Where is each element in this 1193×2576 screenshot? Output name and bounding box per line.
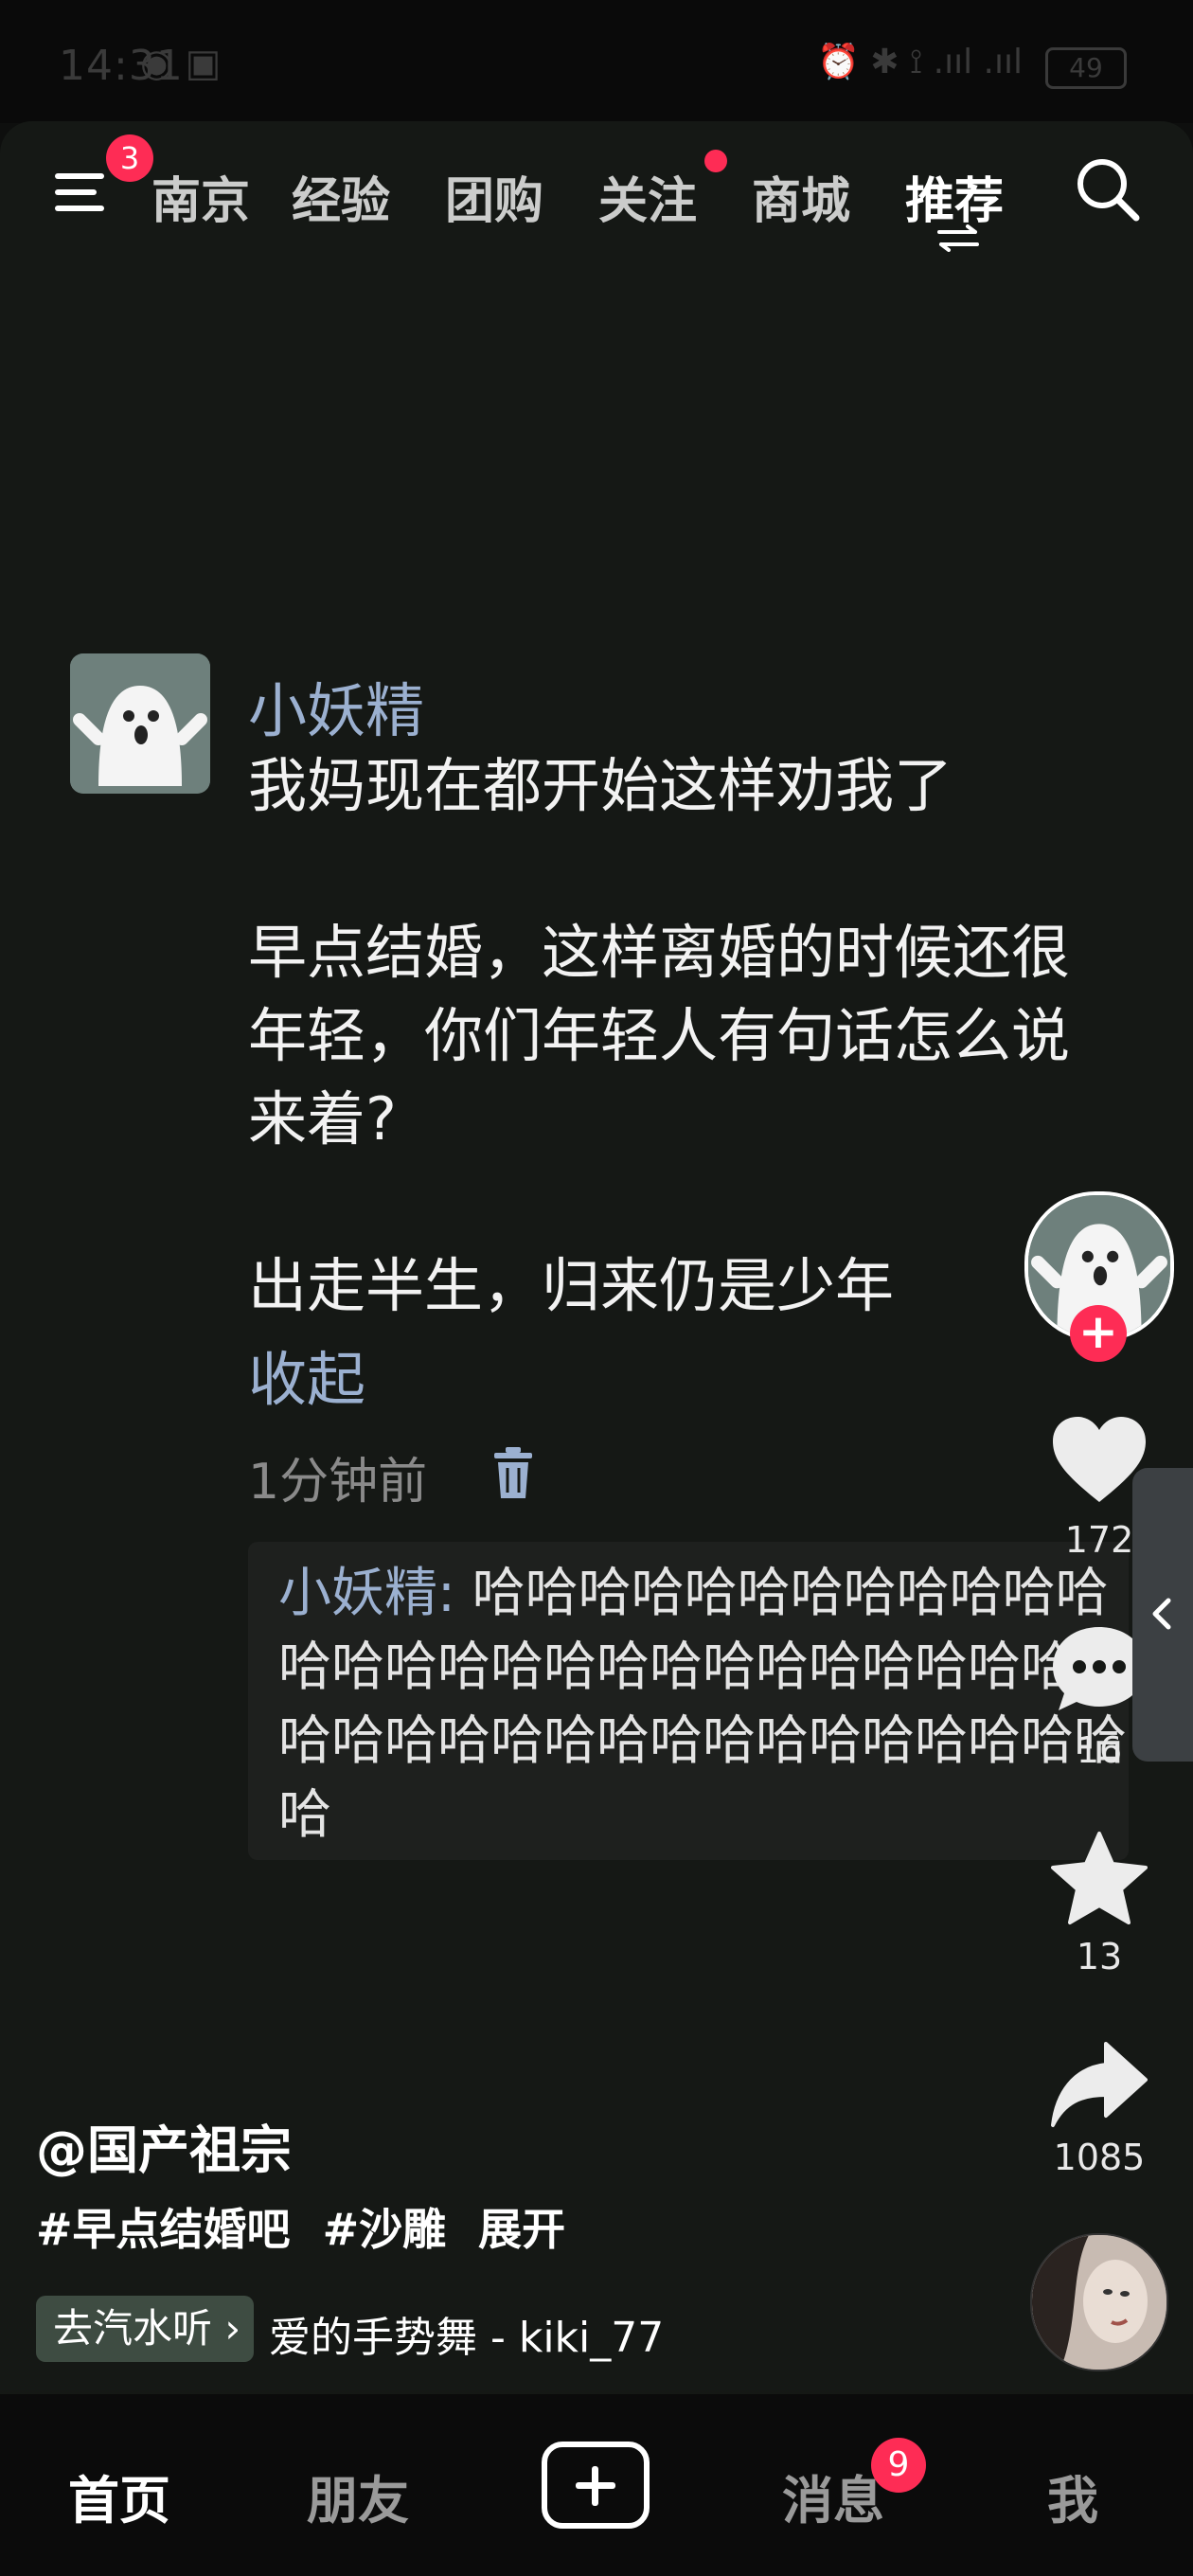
favorite-count: 13: [1076, 1936, 1123, 1977]
music-title[interactable]: 爱的手势舞 - kiki_77: [269, 2303, 664, 2364]
tab-experience[interactable]: 经验: [292, 161, 390, 232]
nav-messages[interactable]: 消息: [782, 2459, 884, 2533]
music-avatar: [1032, 2235, 1166, 2370]
tab-recommend[interactable]: 推荐: [905, 161, 1004, 232]
signal-icons: ⏰ ✱ ⟟ .ııl .ııl: [816, 43, 1023, 81]
star-icon[interactable]: [1047, 1828, 1151, 1932]
tab-following[interactable]: 关注: [598, 161, 697, 232]
nav-friends[interactable]: 朋友: [307, 2459, 409, 2533]
share-count: 1085: [1053, 2137, 1146, 2178]
video-author[interactable]: @国产祖宗: [36, 2108, 292, 2183]
expand-link[interactable]: 展开: [478, 2204, 565, 2255]
tab-nanjing[interactable]: 南京: [151, 161, 250, 232]
hashtag[interactable]: #早点结婚吧: [36, 2204, 291, 2255]
nav-home[interactable]: 首页: [68, 2459, 170, 2533]
search-icon[interactable]: [1072, 153, 1144, 225]
following-dot: [704, 150, 727, 172]
music-disc[interactable]: [1030, 2233, 1168, 2371]
create-button[interactable]: [542, 2442, 650, 2529]
menu-badge: 3: [106, 134, 153, 182]
side-panel-tab[interactable]: [1132, 1468, 1193, 1762]
reply-text: 小妖精: 哈哈哈哈哈哈哈哈哈哈哈哈哈哈哈哈哈哈哈哈哈哈哈哈哈哈哈哈哈哈哈哈哈哈哈…: [278, 1557, 1131, 1852]
tab-group-buy[interactable]: 团购: [445, 161, 543, 232]
swap-icon: [937, 224, 979, 252]
commenter-name[interactable]: 小妖精: [248, 663, 424, 748]
follow-plus-button[interactable]: +: [1070, 1305, 1127, 1362]
comment-time: 1分钟前: [248, 1454, 428, 1511]
commenter-avatar[interactable]: [70, 653, 210, 794]
battery-indicator: 49: [1045, 47, 1127, 89]
hashtag[interactable]: #沙雕: [323, 2204, 447, 2255]
reply-user[interactable]: 小妖精:: [278, 1563, 455, 1624]
status-bar: 14:31 ◉ ▣ ⏰ ✱ ⟟ .ııl .ııl 49: [0, 0, 1193, 123]
video-tags: #早点结婚吧 #沙雕 展开: [36, 2195, 582, 2258]
menu-icon[interactable]: [47, 164, 114, 221]
share-icon[interactable]: [1047, 2034, 1151, 2138]
chevron-left-icon: [1152, 1598, 1171, 1630]
trash-icon[interactable]: [492, 1447, 534, 1500]
eye-icon: ◉ ▣: [140, 42, 222, 85]
comment-text: 我妈现在都开始这样劝我了 早点结婚，这样离婚的时候还很年轻，你们年轻人有句话怎么…: [248, 751, 1071, 1320]
nav-me[interactable]: 我: [1047, 2459, 1098, 2533]
music-chip[interactable]: 去汽水听 ›: [36, 2296, 255, 2362]
message-badge: 9: [871, 2438, 926, 2493]
collapse-link[interactable]: 收起: [248, 1332, 365, 1417]
bottom-nav: 首页 朋友 消息 我: [0, 2394, 1193, 2576]
tab-mall[interactable]: 商城: [752, 161, 850, 232]
ghost-icon: [70, 653, 210, 794]
